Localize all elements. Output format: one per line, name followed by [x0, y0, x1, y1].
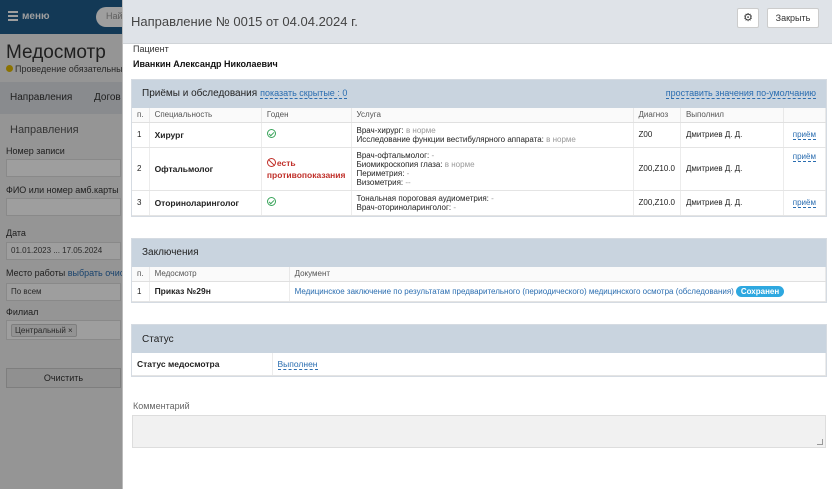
col-num: п.	[132, 108, 150, 123]
close-button[interactable]: Закрыть	[767, 8, 819, 28]
exams-header-row: п. Специальность Годен Услуга Диагноз Вы…	[132, 108, 827, 123]
status-panel-header: Статус	[132, 325, 826, 353]
row-order: Приказ №29н	[149, 281, 290, 302]
row-specialty: Хирург	[149, 122, 262, 148]
row-services: Врач-хирург: в норме Исследование функци…	[351, 122, 634, 148]
check-circle-icon	[266, 129, 276, 138]
status-panel: Статус Статус медосмотра Выполнен	[131, 324, 827, 377]
patient-name: Иванкин Александр Николаевич	[133, 59, 278, 69]
gear-icon: ⚙	[743, 12, 753, 24]
status-label: Статус медосмотра	[132, 353, 273, 376]
table-row: 1 Хирург Врач-хирург: в норме Исследован…	[132, 122, 827, 148]
status-title: Статус	[142, 334, 174, 345]
exams-panel: Приёмы и обследования показать скрытые : …	[131, 79, 827, 217]
row-document: Медицинское заключение по результатам пр…	[289, 281, 827, 302]
direction-modal: Направление № 0015 от 04.04.2024 г. ⚙ За…	[122, 0, 832, 489]
row-action: приём	[783, 122, 827, 148]
reception-link[interactable]: приём	[792, 130, 816, 140]
row-diagnosis: Z00	[633, 122, 681, 148]
row-services: Врач-офтальмолог: - Биомикроскопия глаза…	[351, 147, 634, 191]
row-specialty: Оториноларинголог	[149, 190, 262, 216]
saved-badge: Сохранен	[735, 285, 785, 297]
row-num: 3	[132, 190, 150, 216]
table-row: Статус медосмотра Выполнен	[132, 353, 826, 376]
modal-title: Направление № 0015 от 04.04.2024 г.	[131, 14, 358, 29]
row-action: приём	[783, 190, 827, 216]
row-action: приём	[783, 147, 827, 191]
row-diagnosis: Z00,Z10.0	[633, 147, 681, 191]
row-services: Тональная пороговая аудиометрия: - Врач-…	[351, 190, 634, 216]
set-defaults-link[interactable]: проставить значения по-умолчанию	[665, 88, 816, 99]
row-performer: Дмитриев Д. Д.	[680, 122, 784, 148]
conclusions-panel: Заключения п. Медосмотр Документ 1 Прика…	[131, 238, 827, 303]
table-row: 3 Оториноларинголог Тональная пороговая …	[132, 190, 827, 216]
row-diagnosis: Z00,Z10.0	[633, 190, 681, 216]
row-performer: Дмитриев Д. Д.	[680, 147, 784, 191]
prohibited-icon	[266, 157, 276, 167]
table-row: 2 Офтальмолог есть противопоказания Врач…	[132, 147, 827, 191]
row-num: 1	[132, 122, 150, 148]
conclusions-panel-header: Заключения	[132, 239, 826, 267]
row-specialty: Офтальмолог	[149, 147, 262, 191]
col-document: Документ	[289, 267, 827, 282]
exams-panel-header: Приёмы и обследования показать скрытые : …	[132, 80, 826, 108]
show-hidden-link[interactable]: показать скрытые : 0	[260, 88, 348, 99]
modal-header: Направление № 0015 от 04.04.2024 г. ⚙ За…	[123, 0, 832, 44]
patient-label: Пациент	[133, 44, 169, 54]
row-num: 2	[132, 147, 150, 191]
check-circle-icon	[266, 197, 276, 206]
col-exam: Медосмотр	[149, 267, 290, 282]
contraindication-label: есть противопоказания	[266, 157, 346, 180]
status-value-link[interactable]: Выполнен	[277, 358, 318, 370]
exams-title: Приёмы и обследования	[142, 88, 258, 99]
status-table: Статус медосмотра Выполнен	[132, 353, 826, 376]
reception-link[interactable]: приём	[792, 151, 816, 162]
resize-grip-icon[interactable]	[817, 439, 823, 445]
col-diagnosis: Диагноз	[633, 108, 681, 123]
comment-label: Комментарий	[133, 401, 190, 411]
col-specialty: Специальность	[149, 108, 262, 123]
settings-button[interactable]: ⚙	[737, 8, 759, 28]
row-fit	[261, 122, 352, 148]
row-fit: есть противопоказания	[261, 147, 352, 191]
conclusions-table: п. Медосмотр Документ 1 Приказ №29н Меди…	[132, 267, 827, 302]
row-fit	[261, 190, 352, 216]
conclusion-document-link[interactable]: Медицинское заключение по результатам пр…	[295, 287, 734, 296]
conclusions-title: Заключения	[142, 247, 199, 258]
conclusions-header-row: п. Медосмотр Документ	[132, 267, 827, 282]
table-row: 1 Приказ №29н Медицинское заключение по …	[132, 281, 827, 302]
col-action	[783, 108, 827, 123]
col-fit: Годен	[261, 108, 352, 123]
row-num: 1	[132, 281, 150, 302]
row-performer: Дмитриев Д. Д.	[680, 190, 784, 216]
col-performer: Выполнил	[680, 108, 784, 123]
comment-textarea[interactable]	[132, 415, 826, 448]
col-service: Услуга	[351, 108, 634, 123]
exams-table: п. Специальность Годен Услуга Диагноз Вы…	[132, 108, 827, 216]
status-value-cell: Выполнен	[272, 353, 826, 376]
reception-link[interactable]: приём	[792, 198, 816, 208]
col-num: п.	[132, 267, 150, 282]
